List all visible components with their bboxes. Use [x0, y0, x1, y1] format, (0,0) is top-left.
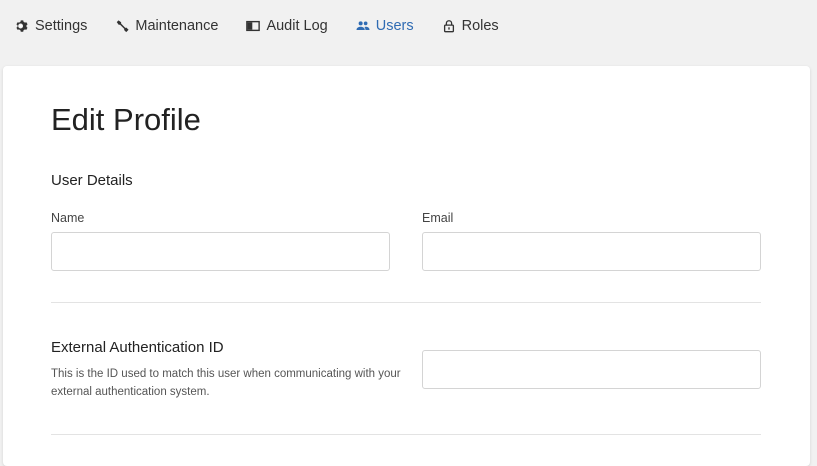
section-divider — [51, 302, 761, 303]
name-input[interactable] — [51, 232, 390, 271]
wrench-icon — [115, 19, 129, 33]
top-nav: Settings Maintenance Audit Log Users Rol… — [0, 0, 817, 52]
section-title-user-details: User Details — [51, 172, 133, 189]
name-label: Name — [51, 211, 85, 225]
email-label: Email — [422, 211, 454, 225]
email-input[interactable] — [422, 232, 761, 271]
nav-item-audit-log[interactable]: Audit Log — [246, 18, 328, 34]
nav-item-maintenance[interactable]: Maintenance — [115, 18, 218, 34]
nav-item-label: Audit Log — [266, 18, 328, 34]
gear-icon — [15, 19, 29, 33]
nav-item-label: Settings — [35, 18, 88, 34]
nav-item-label: Maintenance — [135, 18, 219, 34]
nav-item-roles[interactable]: Roles — [442, 18, 499, 34]
book-icon — [246, 19, 261, 33]
nav-item-label: Roles — [461, 18, 499, 34]
page-title: Edit Profile — [51, 102, 201, 137]
users-icon — [356, 19, 370, 33]
lock-icon — [442, 19, 456, 33]
section-title-external-auth: External Authentication ID — [51, 339, 224, 356]
section-divider — [51, 434, 761, 435]
external-auth-description: This is the ID used to match this user w… — [51, 368, 401, 398]
external-auth-id-input[interactable] — [422, 350, 761, 389]
nav-item-users[interactable]: Users — [356, 18, 414, 34]
nav-item-settings[interactable]: Settings — [15, 18, 87, 34]
edit-profile-card: Edit Profile User Details Name Email Ext… — [3, 66, 810, 466]
nav-item-label: Users — [375, 18, 414, 34]
